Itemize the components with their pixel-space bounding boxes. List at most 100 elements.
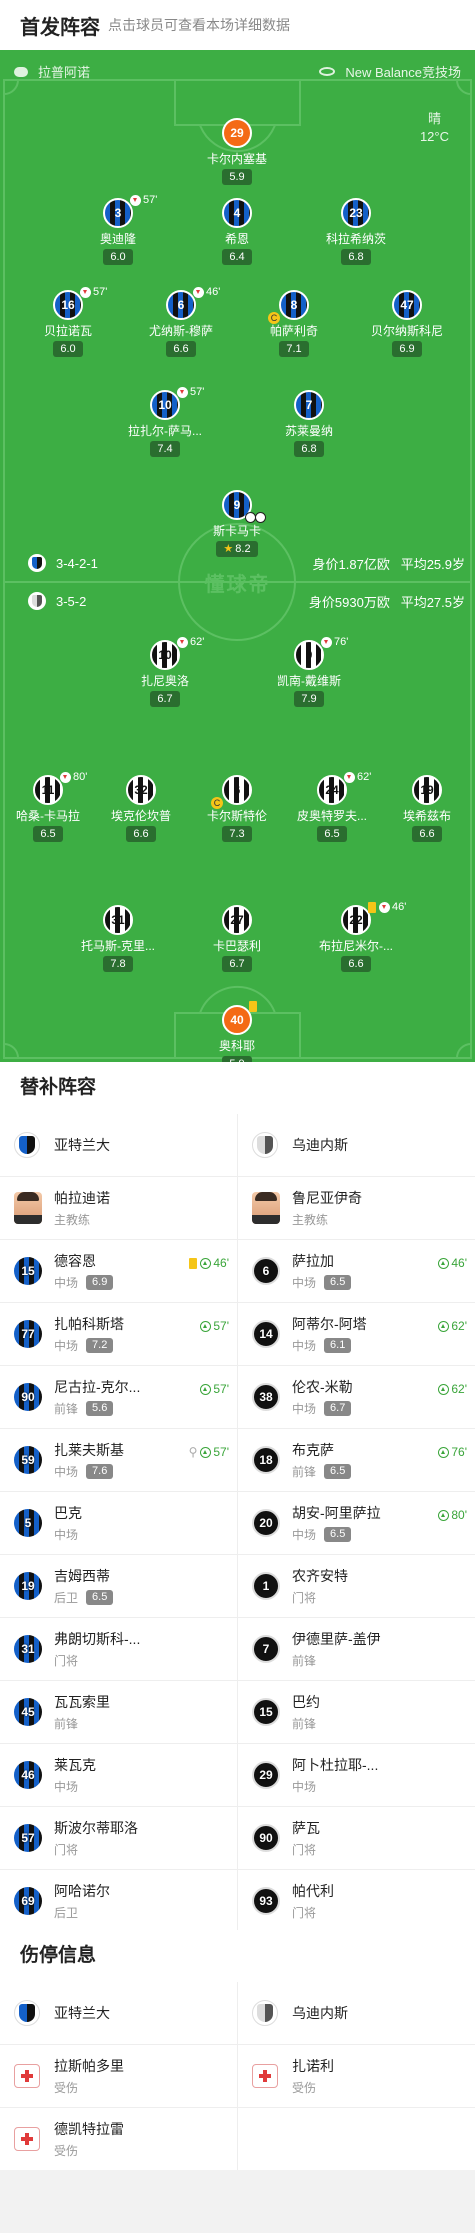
atalanta-coach-row[interactable]: 帕拉迪诺 主教练: [0, 1177, 237, 1240]
injury-row[interactable]: 德凯特拉雷 受伤: [0, 2108, 237, 2171]
sub-row[interactable]: 59 扎莱夫斯基 中场 7.6 ⚲ 57': [0, 1429, 237, 1492]
player-name: 帕萨利奇: [269, 324, 318, 338]
sub-position: 后卫 6.5: [54, 1589, 114, 1606]
sub-info: 阿卜杜拉耶-... 中场: [292, 1755, 378, 1795]
sub-row[interactable]: 69 阿哈诺尔 后卫: [0, 1870, 237, 1933]
player-kit: 59: [14, 1446, 42, 1474]
sub-minute: 46': [213, 1256, 229, 1270]
player-5[interactable]: 6 46' 尤纳斯-穆萨 6.6: [131, 286, 231, 357]
sub-info: 莱瓦克 中场: [54, 1755, 96, 1795]
sub-row[interactable]: 5 巴克 中场: [0, 1492, 237, 1555]
position-text: 中场: [54, 1780, 79, 1794]
player-6[interactable]: 8 C 帕萨利奇 7.1: [244, 290, 344, 357]
player-2[interactable]: 4 希恩 6.4: [187, 198, 287, 265]
player-name: 苏莱曼纳: [284, 424, 333, 438]
sub-row[interactable]: 38 伦农-米勒 中场 6.7 62': [238, 1366, 475, 1429]
sub-event: 62': [438, 1382, 467, 1396]
rating-value: 6.7: [157, 693, 173, 705]
injury-row[interactable]: 扎诺利 受伤: [238, 2045, 475, 2108]
player-number: 31: [111, 913, 125, 927]
sub-row[interactable]: 14 阿蒂尔-阿塔 中场 6.1 62': [238, 1303, 475, 1366]
rating-value: 6.4: [229, 251, 245, 263]
sub-row[interactable]: 1 农齐安特 门将: [238, 1555, 475, 1618]
home-team-label: 拉普阿诺: [14, 62, 90, 81]
lineup-page: 首发阵容 点击球员可查看本场详细数据 懂球帝 拉普阿诺 New Balance竞…: [0, 0, 475, 2233]
sub-row[interactable]: 31 弗朗切斯科-... 门将: [0, 1618, 237, 1681]
position-text: 中场: [292, 1339, 317, 1353]
sub-row[interactable]: 29 阿卜杜拉耶-... 中场: [238, 1744, 475, 1807]
player-number: 11: [41, 783, 55, 797]
player-17[interactable]: 19 埃希兹布 6.6: [377, 775, 475, 842]
injury-info: 拉斯帕多里 受伤: [54, 2056, 124, 2096]
player-number: 15: [259, 1705, 273, 1719]
player-13[interactable]: 11 80' 哈桑-卡马拉 6.5: [0, 771, 98, 842]
sub-info: 吉姆西蒂后卫 6.5: [54, 1566, 114, 1606]
player-15[interactable]: 6 C 卡尔斯特伦 7.3: [187, 775, 287, 842]
sub-row[interactable]: 19 吉姆西蒂 后卫 6.5: [0, 1555, 237, 1618]
player-4[interactable]: 16 57' 贝拉诺瓦 6.0: [18, 286, 118, 357]
player-21[interactable]: 40奥科耶5.9: [187, 1001, 287, 1062]
sub-row[interactable]: 93 帕代利 门将: [238, 1870, 475, 1933]
sub-name: 伦农-米勒: [292, 1379, 353, 1395]
player-9[interactable]: 7 苏莱曼纳 6.8: [259, 390, 359, 457]
sub-rating: 6.5: [324, 1464, 352, 1479]
position-text: 中场: [292, 1780, 317, 1794]
sub-minute: 57': [143, 194, 158, 206]
sub-position: 前锋 5.6: [54, 1400, 140, 1417]
player-3[interactable]: 23 科拉希纳茨 6.8: [306, 198, 406, 265]
sub-name: 胡安-阿里萨拉: [292, 1505, 381, 1521]
sub-name: 萨拉加: [292, 1253, 334, 1269]
atalanta-logo-icon: [14, 2000, 40, 2026]
sub-row[interactable]: 45 瓦瓦索里 前锋: [0, 1681, 237, 1744]
sub-position: 门将: [292, 1904, 334, 1921]
sub-event: 62': [438, 1319, 467, 1333]
player-kit: 93: [252, 1887, 280, 1915]
player-rating: 6.5: [33, 826, 63, 842]
player-0[interactable]: 29 卡尔内塞基 5.9: [187, 118, 287, 185]
position-text: 门将: [54, 1843, 79, 1857]
sub-row[interactable]: 46 莱瓦克 中场: [0, 1744, 237, 1807]
player-1[interactable]: 3 57' 奥迪隆 6.0: [68, 194, 168, 265]
player-number: 31: [21, 1642, 35, 1656]
mvp-star-icon: ★: [223, 543, 234, 555]
sub-row[interactable]: 18 布克萨 前锋 6.5 76': [238, 1429, 475, 1492]
udinese-coach-row[interactable]: 鲁尼亚伊奇 主教练: [238, 1177, 475, 1240]
player-10[interactable]: 9 斯卡马卡 ★ 8.2: [187, 490, 287, 557]
atalanta-value: 身价1.87亿欧 平均25.9岁: [313, 554, 465, 573]
player-11[interactable]: 10 62' 扎尼奥洛 6.7: [115, 636, 215, 707]
sub-row[interactable]: 6 萨拉加 中场 6.5 46': [238, 1240, 475, 1303]
injury-row[interactable]: 拉斯帕多里 受伤: [0, 2045, 237, 2108]
sub-row[interactable]: 15 巴约 前锋: [238, 1681, 475, 1744]
player-12[interactable]: 9 76' 凯南-戴维斯 7.9: [259, 636, 359, 707]
assist-icon: ⚲: [188, 1445, 198, 1459]
sub-row[interactable]: 57 斯波尔蒂耶洛 门将: [0, 1807, 237, 1870]
player-rating: 7.9: [294, 691, 324, 707]
sub-minute: 76': [334, 636, 349, 648]
sub-row[interactable]: 7 伊德里萨-盖伊 前锋: [238, 1618, 475, 1681]
injury-info: 扎诺利 受伤: [292, 2056, 334, 2096]
player-20[interactable]: 22 46' 布拉尼米尔-... 6.6: [306, 901, 406, 972]
sub-name: 德容恩: [54, 1253, 96, 1269]
player-kit: 7: [294, 390, 324, 420]
player-16[interactable]: 24 62' 皮奥特罗夫... 6.5: [282, 771, 382, 842]
sub-name: 扎帕科斯塔: [54, 1316, 124, 1332]
injury-info: 德凯特拉雷 受伤: [54, 2119, 124, 2159]
injured-player-name: 德凯特拉雷: [54, 2121, 124, 2137]
player-14[interactable]: 32 埃克伦坎普 6.6: [91, 775, 191, 842]
lineup-subtitle: 点击球员可查看本场详细数据: [108, 17, 290, 33]
player-7[interactable]: 47 贝尔纳斯科尼 6.9: [357, 290, 457, 357]
player-18[interactable]: 31 托马斯-克里... 7.8: [68, 905, 168, 972]
sub-row[interactable]: 77 扎帕科斯塔 中场 7.2 57': [0, 1303, 237, 1366]
player-number: 23: [349, 206, 363, 220]
sub-row[interactable]: 90 尼古拉-克尔... 前锋 5.6 57': [0, 1366, 237, 1429]
sub-row[interactable]: 90 萨瓦 门将: [238, 1807, 475, 1870]
sub-name: 吉姆西蒂: [54, 1568, 110, 1584]
sub-row[interactable]: 15 德容恩 中场 6.9 46': [0, 1240, 237, 1303]
player-8[interactable]: 10 57' 拉扎尔-萨马... 7.4: [115, 386, 215, 457]
sub-row[interactable]: 20 胡安-阿里萨拉 中场 6.5 80': [238, 1492, 475, 1555]
player-19[interactable]: 27 卡巴瑟利 6.7: [187, 905, 287, 972]
player-name: 奥科耶: [218, 1039, 255, 1053]
player-kit: 15: [252, 1698, 280, 1726]
injury-status: 受伤: [54, 2144, 79, 2158]
player-rating: 6.0: [53, 341, 83, 357]
